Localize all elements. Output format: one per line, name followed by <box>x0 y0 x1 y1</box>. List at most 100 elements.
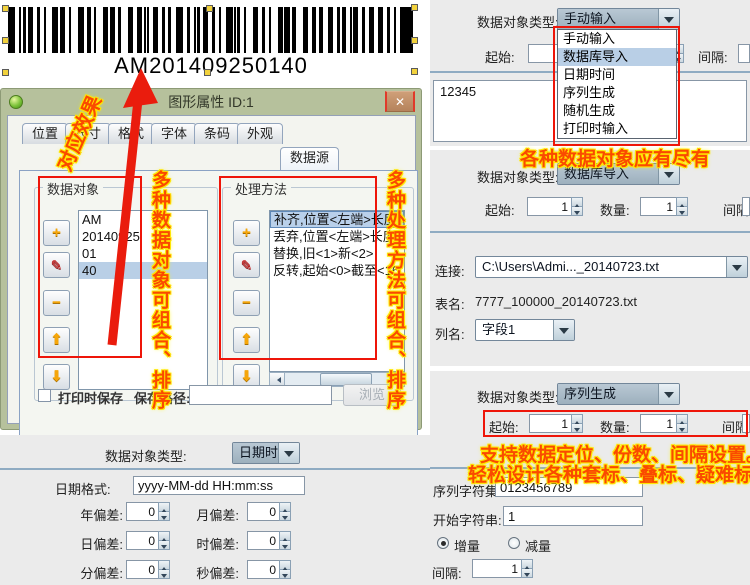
table-label: 表名: <box>435 294 465 313</box>
count-stepper[interactable]: 1 <box>640 414 688 433</box>
count-stepper[interactable]: 1 <box>640 197 688 216</box>
column-dropdown[interactable]: 字段1 <box>475 319 575 341</box>
interval-input[interactable] <box>738 44 750 63</box>
start-label: 起始: <box>485 200 515 219</box>
charset-label: 序列字符集: <box>433 481 502 500</box>
list-item[interactable]: 01 <box>79 245 207 262</box>
option-sequence[interactable]: 序列生成 <box>558 84 676 102</box>
table-value: 7777_100000_20140723.txt <box>475 294 637 309</box>
data-objects-group: 数据对象 + ✎ − ⬆ ⬇ AM 20140925 01 40 <box>34 187 218 401</box>
remove-object-button[interactable]: − <box>43 290 70 316</box>
resize-handle-w[interactable] <box>2 37 9 44</box>
interval-input[interactable] <box>742 197 750 216</box>
date-format-input[interactable] <box>133 476 305 495</box>
option-print-input[interactable]: 打印时输入 <box>558 120 676 138</box>
add-method-button[interactable]: + <box>233 220 260 246</box>
move-down-button[interactable]: ⬇ <box>43 364 70 390</box>
down-arrow-icon: ⬇ <box>240 368 253 385</box>
list-item[interactable]: 丢弃,位置<左端>长度< <box>270 228 404 245</box>
day-offset-label: 日偏差: <box>55 534 123 553</box>
type-options-list[interactable]: 手动输入 数据库导入 日期时间 序列生成 随机生成 打印时输入 <box>557 29 677 139</box>
chevron-down-icon[interactable] <box>553 320 574 340</box>
option-datetime[interactable]: 日期时间 <box>558 66 676 84</box>
list-item[interactable]: AM <box>79 211 207 228</box>
charset-input[interactable] <box>495 477 643 497</box>
year-offset-stepper[interactable]: 0 <box>126 502 170 521</box>
data-object-type-dropdown[interactable]: 手动输入 <box>557 8 680 30</box>
pencil-icon: ✎ <box>51 257 63 273</box>
tab-format[interactable]: 格式 <box>108 123 154 144</box>
month-offset-label: 月偏差: <box>175 505 239 524</box>
data-object-type-dropdown[interactable]: 数据库导入 <box>557 163 680 185</box>
tab-position[interactable]: 位置 <box>22 123 68 144</box>
up-arrow-icon: ⬆ <box>50 331 63 348</box>
data-object-type-dropdown[interactable]: 序列生成 <box>557 383 680 405</box>
data-object-type-label: 数据对象类型: <box>477 12 559 31</box>
methods-list[interactable]: 补齐,位置<左端>长度< 丢弃,位置<左端>长度< 替换,旧<1>新<2> 反转… <box>269 210 405 372</box>
resize-handle-e[interactable] <box>411 37 418 44</box>
data-object-type-label: 数据对象类型: <box>477 167 559 186</box>
column-label: 列名: <box>435 324 465 343</box>
interval2-stepper[interactable]: 1 <box>472 559 533 578</box>
chevron-down-icon[interactable] <box>658 9 679 29</box>
resize-handle-se[interactable] <box>411 68 418 75</box>
start-string-input[interactable] <box>503 506 643 526</box>
list-item[interactable]: 20140925 <box>79 228 207 245</box>
properties-dialog: 图形属性 ID:1 ✕ 位置 尺寸 格式 字体 条码 外观 数据源 数据对象 +… <box>0 88 422 430</box>
chevron-down-icon[interactable] <box>658 384 679 404</box>
chevron-down-icon[interactable] <box>278 443 299 463</box>
browse-button[interactable]: 浏览 <box>343 384 401 406</box>
move-method-up-button[interactable]: ⬆ <box>233 327 260 353</box>
interval-label: 间隔: <box>698 47 728 66</box>
dialog-body: 位置 尺寸 格式 字体 条码 外观 数据源 数据对象 + ✎ − ⬆ ⬇ AM … <box>7 115 416 424</box>
date-format-label: 日期格式: <box>55 479 111 498</box>
list-item-selected[interactable]: 补齐,位置<左端>长度< <box>270 211 404 228</box>
decrement-radio[interactable] <box>508 537 520 549</box>
resize-handle-nw[interactable] <box>2 5 9 12</box>
hour-offset-label: 时偏差: <box>175 534 239 553</box>
data-object-type-dropdown[interactable]: 日期时间 <box>232 442 300 464</box>
dialog-titlebar[interactable]: 图形属性 ID:1 ✕ <box>1 89 421 115</box>
start-stepper[interactable]: 1 <box>527 197 583 216</box>
resize-handle-n[interactable] <box>206 5 213 12</box>
resize-handle-ne[interactable] <box>411 4 418 11</box>
minute-offset-stepper[interactable]: 0 <box>126 560 170 579</box>
move-up-button[interactable]: ⬆ <box>43 327 70 353</box>
tab-size[interactable]: 尺寸 <box>65 123 111 144</box>
hour-offset-stepper[interactable]: 0 <box>247 531 291 550</box>
edit-object-button[interactable]: ✎ <box>43 252 70 278</box>
list-item[interactable]: 反转,起始<0>截至<16 <box>270 262 404 279</box>
resize-handle-s[interactable] <box>204 69 211 76</box>
resize-handle-sw[interactable] <box>2 69 9 76</box>
chevron-down-icon[interactable] <box>726 257 747 277</box>
sequence-panel: 数据对象类型: 序列生成 起始: 1 数量: 1 间隔: 序列字符集: 开始字符… <box>430 371 750 585</box>
list-item[interactable]: 替换,旧<1>新<2> <box>270 245 404 262</box>
month-offset-stepper[interactable]: 0 <box>247 502 291 521</box>
chevron-down-icon[interactable] <box>658 164 679 184</box>
edit-method-button[interactable]: ✎ <box>233 252 260 278</box>
save-on-print-checkbox[interactable] <box>38 389 51 402</box>
day-offset-stepper[interactable]: 0 <box>126 531 170 550</box>
tab-appearance[interactable]: 外观 <box>237 123 283 144</box>
data-objects-list[interactable]: AM 20140925 01 40 <box>78 210 208 390</box>
tab-barcode[interactable]: 条码 <box>194 123 240 144</box>
increment-radio[interactable] <box>437 537 449 549</box>
barcode-bars[interactable] <box>8 7 413 53</box>
add-object-button[interactable]: + <box>43 220 70 246</box>
start-label: 起始: <box>489 417 519 436</box>
interval-input[interactable] <box>742 414 750 433</box>
option-random[interactable]: 随机生成 <box>558 102 676 120</box>
connection-label: 连接: <box>435 261 465 280</box>
list-item-selected[interactable]: 40 <box>79 262 207 279</box>
remove-method-button[interactable]: − <box>233 290 260 316</box>
connection-dropdown[interactable]: C:\Users\Admi..._20140723.txt <box>475 256 748 278</box>
close-icon[interactable]: ✕ <box>385 91 415 112</box>
save-path-input[interactable] <box>189 385 332 405</box>
second-offset-stepper[interactable]: 0 <box>247 560 291 579</box>
barcode-canvas[interactable]: AM201409250140 <box>0 0 430 86</box>
option-database[interactable]: 数据库导入 <box>558 48 676 66</box>
tab-datasource[interactable]: 数据源 <box>280 147 339 170</box>
start-stepper[interactable]: 1 <box>529 414 583 433</box>
option-manual[interactable]: 手动输入 <box>558 30 676 48</box>
tab-font[interactable]: 字体 <box>151 123 197 144</box>
